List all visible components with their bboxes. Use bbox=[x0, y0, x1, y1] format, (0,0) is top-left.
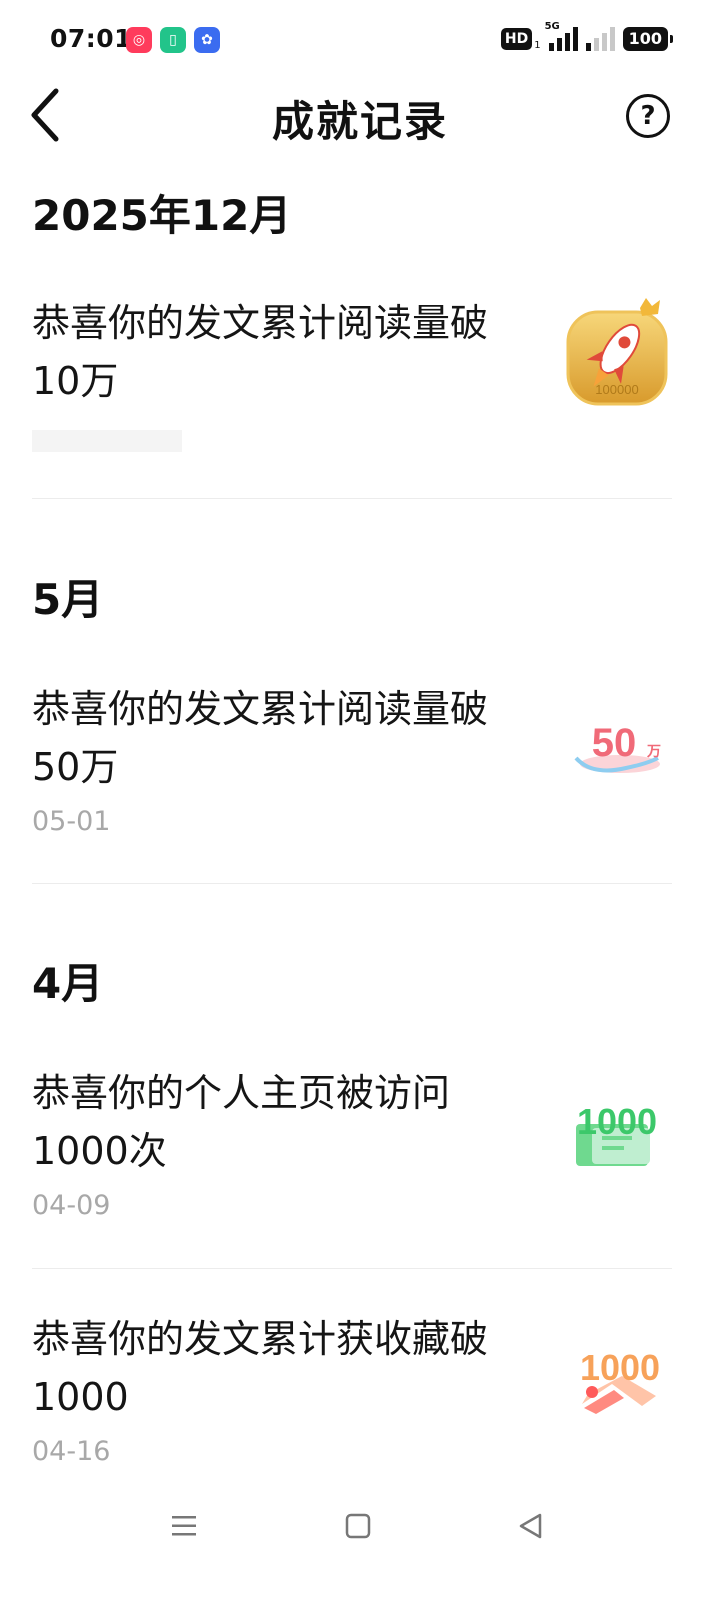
50w-badge-icon: 50 万 bbox=[562, 684, 672, 794]
home-key[interactable] bbox=[336, 1504, 380, 1548]
sim-index: 1 bbox=[534, 40, 541, 51]
svg-text:50: 50 bbox=[592, 721, 637, 765]
status-indicators: HD 1 5G 100 bbox=[500, 21, 674, 51]
signal-5g-icon: 5G bbox=[545, 21, 578, 51]
svg-text:1000: 1000 bbox=[580, 1347, 660, 1388]
baidu-app-icon: ✿ bbox=[194, 27, 220, 53]
network-type-label: 5G bbox=[544, 20, 560, 32]
page-title: 成就记录 bbox=[271, 97, 448, 146]
record-title: 恭喜你的个人主页被访问1000次 bbox=[32, 1071, 451, 1173]
list-item[interactable]: 恭喜你的个人主页被访问1000次 04-09 1000 bbox=[32, 1064, 672, 1221]
svg-text:100000: 100000 bbox=[595, 382, 638, 397]
month-header: 2025年12月 bbox=[32, 191, 292, 240]
record-date: 04-09 bbox=[32, 1190, 111, 1221]
svg-text:万: 万 bbox=[646, 744, 661, 760]
1000-favorites-badge-icon: 1000 bbox=[562, 1314, 672, 1424]
header: 成就记录 ? bbox=[0, 80, 720, 150]
month-header: 5月 bbox=[32, 575, 104, 624]
record-title: 恭喜你的发文累计阅读量破10万 bbox=[32, 301, 489, 403]
menu-key[interactable] bbox=[162, 1504, 206, 1548]
hd-icon: HD bbox=[500, 27, 533, 50]
list-item[interactable]: 恭喜你的发文累计获收藏破1000 04-16 1000 bbox=[32, 1310, 672, 1467]
record-date: 05-01 bbox=[32, 806, 111, 837]
question-mark-icon: ? bbox=[640, 101, 656, 131]
help-button[interactable]: ? bbox=[626, 94, 670, 138]
back-triangle-icon bbox=[519, 1513, 542, 1539]
menu-icon bbox=[172, 1516, 196, 1536]
home-square-icon bbox=[345, 1513, 371, 1539]
list-item[interactable]: 恭喜你的发文累计阅读量破10万 100000 bbox=[32, 294, 672, 452]
notification-icons: ◎ ▯ ✿ bbox=[126, 27, 220, 53]
1000-visits-badge-icon: 1000 bbox=[562, 1068, 672, 1178]
battery-app-icon: ▯ bbox=[160, 27, 186, 53]
system-nav-bar bbox=[0, 1490, 720, 1560]
rocket-medal-icon: 100000 bbox=[562, 298, 672, 408]
divider bbox=[32, 498, 672, 499]
month-header: 4月 bbox=[32, 959, 104, 1008]
back-key[interactable] bbox=[508, 1504, 552, 1548]
divider bbox=[32, 883, 672, 884]
record-date: 04-16 bbox=[32, 1436, 111, 1467]
signal-secondary-icon bbox=[585, 26, 615, 51]
divider bbox=[32, 1268, 672, 1269]
status-time: 07:01 bbox=[50, 24, 133, 53]
record-title: 恭喜你的发文累计阅读量破50万 bbox=[32, 687, 489, 789]
status-bar: 07:01 ◎ ▯ ✿ HD 1 5G 100 bbox=[0, 0, 720, 80]
app-notification-icon: ◎ bbox=[126, 27, 152, 53]
list-item[interactable]: 恭喜你的发文累计阅读量破50万 05-01 50 万 bbox=[32, 680, 672, 837]
svg-text:1000: 1000 bbox=[577, 1101, 657, 1142]
record-title: 恭喜你的发文累计获收藏破1000 bbox=[32, 1317, 489, 1419]
battery-icon: 100 bbox=[622, 26, 674, 51]
record-date bbox=[32, 430, 182, 452]
